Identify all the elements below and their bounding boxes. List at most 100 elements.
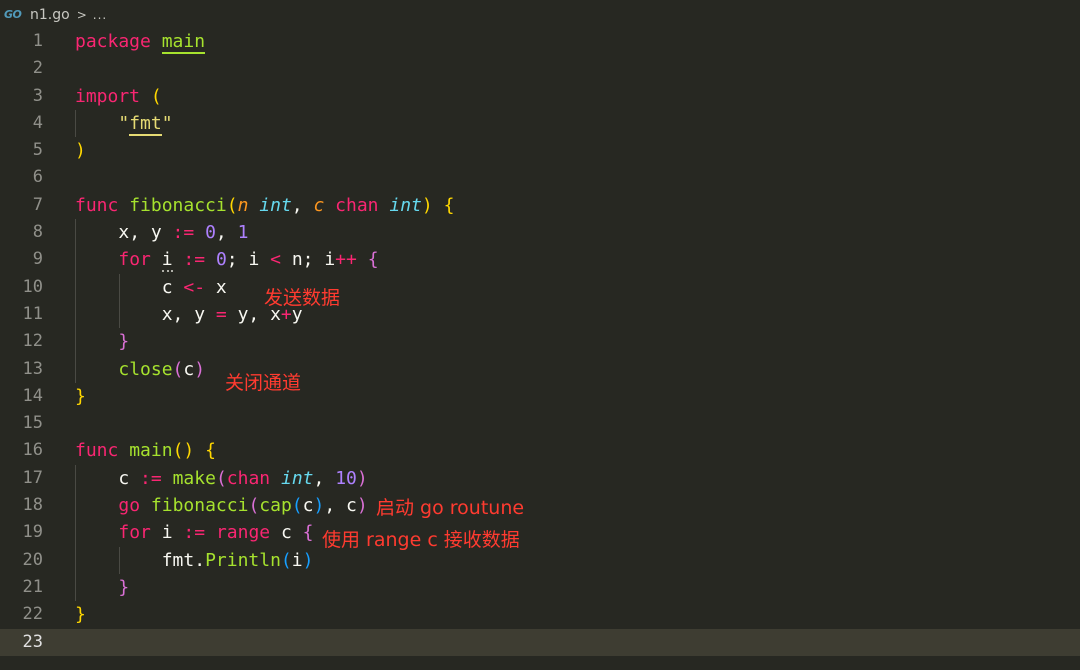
code-line-2[interactable]: 2 [0, 55, 1080, 82]
package-name: main [161, 31, 206, 54]
annotation-use-range: 使用 range c 接收数据 [322, 529, 520, 551]
identifier: i [161, 522, 184, 544]
code-line-6[interactable]: 6 [0, 164, 1080, 191]
number: 0 [205, 222, 216, 244]
builtin-function: make [172, 467, 216, 489]
line-number: 10 [22, 276, 43, 297]
keyword: for [118, 249, 151, 271]
code-line-14[interactable]: 14} [0, 383, 1080, 410]
bracket: ( [150, 85, 162, 107]
identifier: c [280, 522, 303, 544]
line-number: 11 [22, 303, 43, 324]
keyword: range [215, 522, 271, 544]
bracket: ( [248, 495, 260, 517]
line-number: 4 [32, 112, 43, 133]
bracket: ( [172, 358, 184, 380]
bracket: ) [421, 194, 433, 216]
breadcrumb-file[interactable]: n1.go [30, 7, 70, 23]
bracket: ) [75, 140, 86, 162]
line-number: 21 [22, 576, 43, 597]
operator: ++ [335, 249, 357, 271]
line-number: 19 [22, 522, 43, 543]
code-line-4[interactable]: 4 "fmt" [0, 109, 1080, 138]
import-path: fmt [129, 112, 162, 136]
identifier: x, y [118, 222, 173, 244]
code-line-1[interactable]: 1 package main [0, 28, 1080, 55]
code-line-8[interactable]: 8 x, y := 0, 1 [0, 219, 1080, 247]
loop-variable: i [161, 249, 173, 273]
identifier: ; i [226, 249, 271, 271]
identifier: c [161, 276, 184, 298]
line-number: 7 [32, 194, 43, 215]
code-line-9[interactable]: 9 for i := 0; i < n; i++ { [0, 246, 1080, 274]
bracket: } [118, 331, 130, 353]
code-line-17[interactable]: 17 c := make(chan int, 10) [0, 464, 1080, 493]
line-number: 23 [22, 631, 43, 652]
identifier: x, y [161, 303, 216, 325]
chevron-right-icon: > [76, 8, 87, 22]
line-number: 3 [32, 85, 43, 106]
line-number: 18 [22, 495, 43, 516]
bracket: () [172, 440, 195, 462]
line-number: 20 [22, 549, 43, 570]
identifier: c [118, 467, 141, 489]
code-editor[interactable]: 1 package main 2 3 import ( 4 "fmt" 5) 6 7… [0, 28, 1080, 656]
number: 1 [237, 222, 249, 244]
string-quote: " [118, 112, 130, 134]
line-number: 17 [22, 467, 43, 488]
code-line-10[interactable]: 10 c <- x [0, 273, 1080, 301]
bracket: { [205, 440, 216, 462]
operator: <- [183, 276, 206, 298]
code-line-12[interactable]: 12 } [0, 328, 1080, 356]
code-line-5[interactable]: 5) [0, 137, 1080, 164]
identifier: i [291, 549, 303, 571]
bracket: ) [313, 495, 325, 517]
operator: := [183, 249, 206, 271]
keyword: package [75, 31, 151, 52]
bracket: ) [302, 549, 314, 571]
operator: := [183, 522, 206, 544]
code-line-23-current[interactable]: 23 [0, 628, 1080, 656]
line-number: 9 [32, 249, 43, 270]
code-line-16[interactable]: 16 func main() { [0, 437, 1080, 464]
bracket: } [75, 604, 86, 626]
code-line-3[interactable]: 3 import ( [0, 83, 1080, 110]
builtin-function: close [118, 358, 173, 380]
punctuation: , [215, 222, 238, 244]
operator: = [215, 303, 227, 325]
code-line-11[interactable]: 11 x, y = y, x+y [0, 300, 1080, 329]
line-number: 2 [32, 58, 43, 79]
bracket: ) [356, 467, 368, 489]
bracket: ) [194, 358, 206, 380]
bracket: { [302, 522, 314, 544]
function-name: main [129, 440, 173, 462]
breadcrumb-more[interactable]: ... [93, 8, 107, 22]
punctuation: , [291, 194, 314, 216]
code-line-18[interactable]: 18 go fibonacci(cap(c), c) [0, 492, 1080, 520]
code-line-22[interactable]: 22} [0, 601, 1080, 628]
bracket: ( [280, 549, 292, 571]
code-line-21[interactable]: 21 } [0, 573, 1080, 602]
parameter: n [237, 194, 249, 216]
identifier: x [205, 276, 227, 298]
identifier: , c [324, 495, 357, 517]
breadcrumb: GO n1.go > ... [0, 0, 1080, 30]
annotation-close-channel: 关闭通道 [225, 372, 302, 394]
function-call: Println [205, 549, 281, 571]
operator: < [270, 249, 281, 271]
bracket: { [443, 194, 455, 216]
code-line-13[interactable]: 13 close(c) [0, 355, 1080, 383]
line-number: 6 [32, 167, 43, 188]
annotation-send-data: 发送数据 [264, 287, 341, 309]
parameter: c [313, 194, 325, 216]
code-line-15[interactable]: 15 [0, 410, 1080, 437]
string-quote: " [161, 112, 173, 134]
code-line-20[interactable]: 20 fmt.Println(i) [0, 546, 1080, 574]
keyword: chan [335, 194, 379, 216]
code-line-7[interactable]: 7 func fibonacci(n int, c chan int) { [0, 192, 1080, 219]
go-file-icon: GO [4, 8, 22, 21]
identifier: fmt. [161, 549, 206, 571]
code-line-19[interactable]: 19 for i := range c { [0, 519, 1080, 547]
keyword: func [75, 440, 119, 462]
annotation-start-goroutine: 启动 go routune [376, 497, 525, 519]
